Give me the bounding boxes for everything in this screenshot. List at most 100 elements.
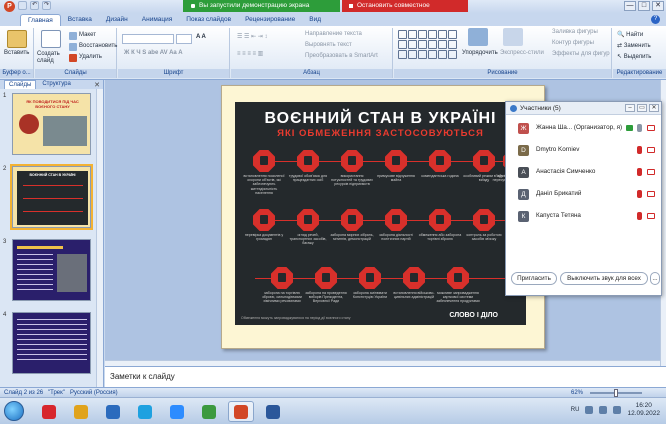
shape-icon[interactable] (438, 40, 447, 49)
font-grow-icon[interactable]: A A (196, 34, 206, 40)
battery-icon[interactable] (613, 406, 622, 414)
camera-off-icon[interactable] (647, 125, 655, 131)
notes-pane[interactable]: Заметки к слайду (105, 366, 666, 387)
clock[interactable]: 16:20 12.09.2022 (627, 402, 660, 418)
shape-icon[interactable] (418, 40, 427, 49)
current-slide[interactable]: ВОЄННИЙ СТАН В УКРАЇНІ ЯКІ ОБМЕЖЕННЯ ЗАС… (221, 85, 545, 349)
thumbnail-scrollbar[interactable] (96, 89, 103, 387)
shape-icon[interactable] (408, 40, 417, 49)
invite-button[interactable]: Пригласить (511, 272, 557, 285)
tab-slides[interactable]: Слайды (4, 80, 37, 89)
taskbar-photo-viewer-button[interactable] (100, 401, 126, 422)
align-text-button[interactable]: Выровнять текст (305, 42, 352, 48)
microphone-icon[interactable] (637, 190, 642, 198)
layout-button[interactable]: Макет (79, 32, 96, 38)
reset-button[interactable]: Восстановить (79, 43, 117, 49)
shape-icon[interactable] (428, 50, 437, 59)
microphone-icon[interactable] (637, 168, 642, 176)
panel-close-button[interactable]: ✕ (649, 104, 659, 112)
maximize-button[interactable]: □ (638, 1, 650, 11)
shape-icon[interactable] (408, 50, 417, 59)
tab-home[interactable]: Главная (20, 14, 61, 26)
smartart-button[interactable]: Преобразовать в SmartArt (305, 53, 378, 59)
shape-icon[interactable] (398, 50, 407, 59)
paste-icon[interactable] (7, 30, 27, 48)
shape-icon[interactable] (418, 50, 427, 59)
taskbar-opera-button[interactable] (36, 401, 62, 422)
camera-off-icon[interactable] (647, 147, 655, 153)
panel-restore-button[interactable]: ▭ (637, 104, 647, 112)
font-name-select[interactable] (122, 34, 174, 44)
undo-icon[interactable]: ↶ (30, 1, 39, 10)
arrange-icon[interactable] (468, 28, 488, 46)
redo-icon[interactable]: ↷ (42, 1, 51, 10)
participant-row[interactable]: D Dmytro Korniev (506, 140, 661, 160)
font-size-select[interactable] (176, 34, 192, 44)
close-icon[interactable]: ✕ (94, 81, 100, 89)
participant-row[interactable]: Д Даніл Брикатий (506, 184, 661, 204)
minimize-button[interactable]: — (624, 1, 636, 11)
save-icon[interactable] (18, 1, 27, 10)
zoom-slider-handle[interactable] (614, 389, 618, 397)
network-icon[interactable] (585, 406, 594, 414)
tab-outline[interactable]: Структура (38, 80, 74, 89)
rectangle-shape-icon[interactable] (418, 30, 427, 39)
quick-styles-icon[interactable] (503, 28, 523, 46)
microphone-icon[interactable] (637, 212, 642, 220)
taskbar-skype-button[interactable] (132, 401, 158, 422)
tab-design[interactable]: Дизайн (99, 14, 135, 26)
microphone-icon[interactable] (637, 146, 642, 154)
tab-view[interactable]: Вид (302, 14, 328, 26)
replace-button[interactable]: ⇄ Заменить (617, 42, 651, 49)
stop-share-button[interactable]: Остановить совместное использование (342, 0, 468, 21)
text-direction-button[interactable]: Направление текста (305, 31, 362, 37)
shape-fill-button[interactable]: Заливка фигуры (552, 29, 598, 35)
find-button[interactable]: 🔍 Найти (617, 31, 643, 38)
align-icons[interactable]: ≡ ≡ ≡ ≡ ▥ (237, 50, 263, 57)
taskbar-chrome-button[interactable] (196, 401, 222, 422)
list-icons[interactable]: ☰ ☰ ⇤ ⇥ ↕ (237, 33, 267, 40)
camera-off-icon[interactable] (647, 191, 655, 197)
volume-icon[interactable] (599, 406, 608, 414)
paste-button[interactable]: Вставить (4, 50, 29, 56)
taskbar-file-manager-button[interactable] (68, 401, 94, 422)
panel-minimize-button[interactable]: – (625, 104, 635, 112)
taskbar-powerpoint-button[interactable] (228, 401, 254, 422)
start-button[interactable] (4, 401, 24, 421)
close-button[interactable]: ✕ (652, 1, 664, 11)
camera-off-icon[interactable] (647, 169, 655, 175)
taskbar-word-button[interactable] (260, 401, 286, 422)
help-icon[interactable]: ? (651, 15, 660, 24)
more-options-button[interactable]: ... (650, 272, 660, 285)
tab-review[interactable]: Рецензирование (238, 14, 302, 26)
powerpoint-icon[interactable]: P (4, 1, 15, 12)
input-language[interactable]: RU (571, 407, 580, 413)
line-shape-icon[interactable] (398, 30, 407, 39)
tab-insert[interactable]: Вставка (61, 14, 99, 26)
new-slide-button[interactable]: Создать слайд (37, 51, 69, 65)
arrow-shape-icon[interactable] (448, 30, 457, 39)
tab-slideshow[interactable]: Показ слайдов (179, 14, 238, 26)
mute-all-button[interactable]: Выключить звук для всех (560, 272, 648, 285)
shapes-gallery[interactable] (398, 30, 458, 60)
bold-icon[interactable]: Ж К Ч S abe AV Aa A (124, 50, 183, 56)
participant-row[interactable]: К Капуста Тетяна (506, 206, 661, 226)
oval-shape-icon[interactable] (428, 30, 437, 39)
new-slide-icon[interactable] (41, 30, 61, 48)
microphone-icon[interactable] (637, 124, 642, 132)
shape-icon[interactable] (398, 40, 407, 49)
shape-icon[interactable] (448, 40, 457, 49)
shape-effects-button[interactable]: Эффекты для фигур (552, 51, 610, 57)
select-button[interactable]: ↖ Выделить (617, 53, 651, 60)
participant-row[interactable]: Ж Жанна Ша... (Организатор, я) (506, 118, 661, 138)
line-shape-icon[interactable] (408, 30, 417, 39)
shape-icon[interactable] (448, 50, 457, 59)
triangle-shape-icon[interactable] (438, 30, 447, 39)
arrange-button[interactable]: Упорядочить (462, 50, 498, 56)
taskbar-zoom-button[interactable] (164, 401, 190, 422)
shape-outline-button[interactable]: Контур фигуры (552, 40, 594, 46)
camera-off-icon[interactable] (647, 213, 655, 219)
shape-icon[interactable] (428, 40, 437, 49)
shape-icon[interactable] (438, 50, 447, 59)
delete-button[interactable]: Удалить (79, 54, 102, 60)
